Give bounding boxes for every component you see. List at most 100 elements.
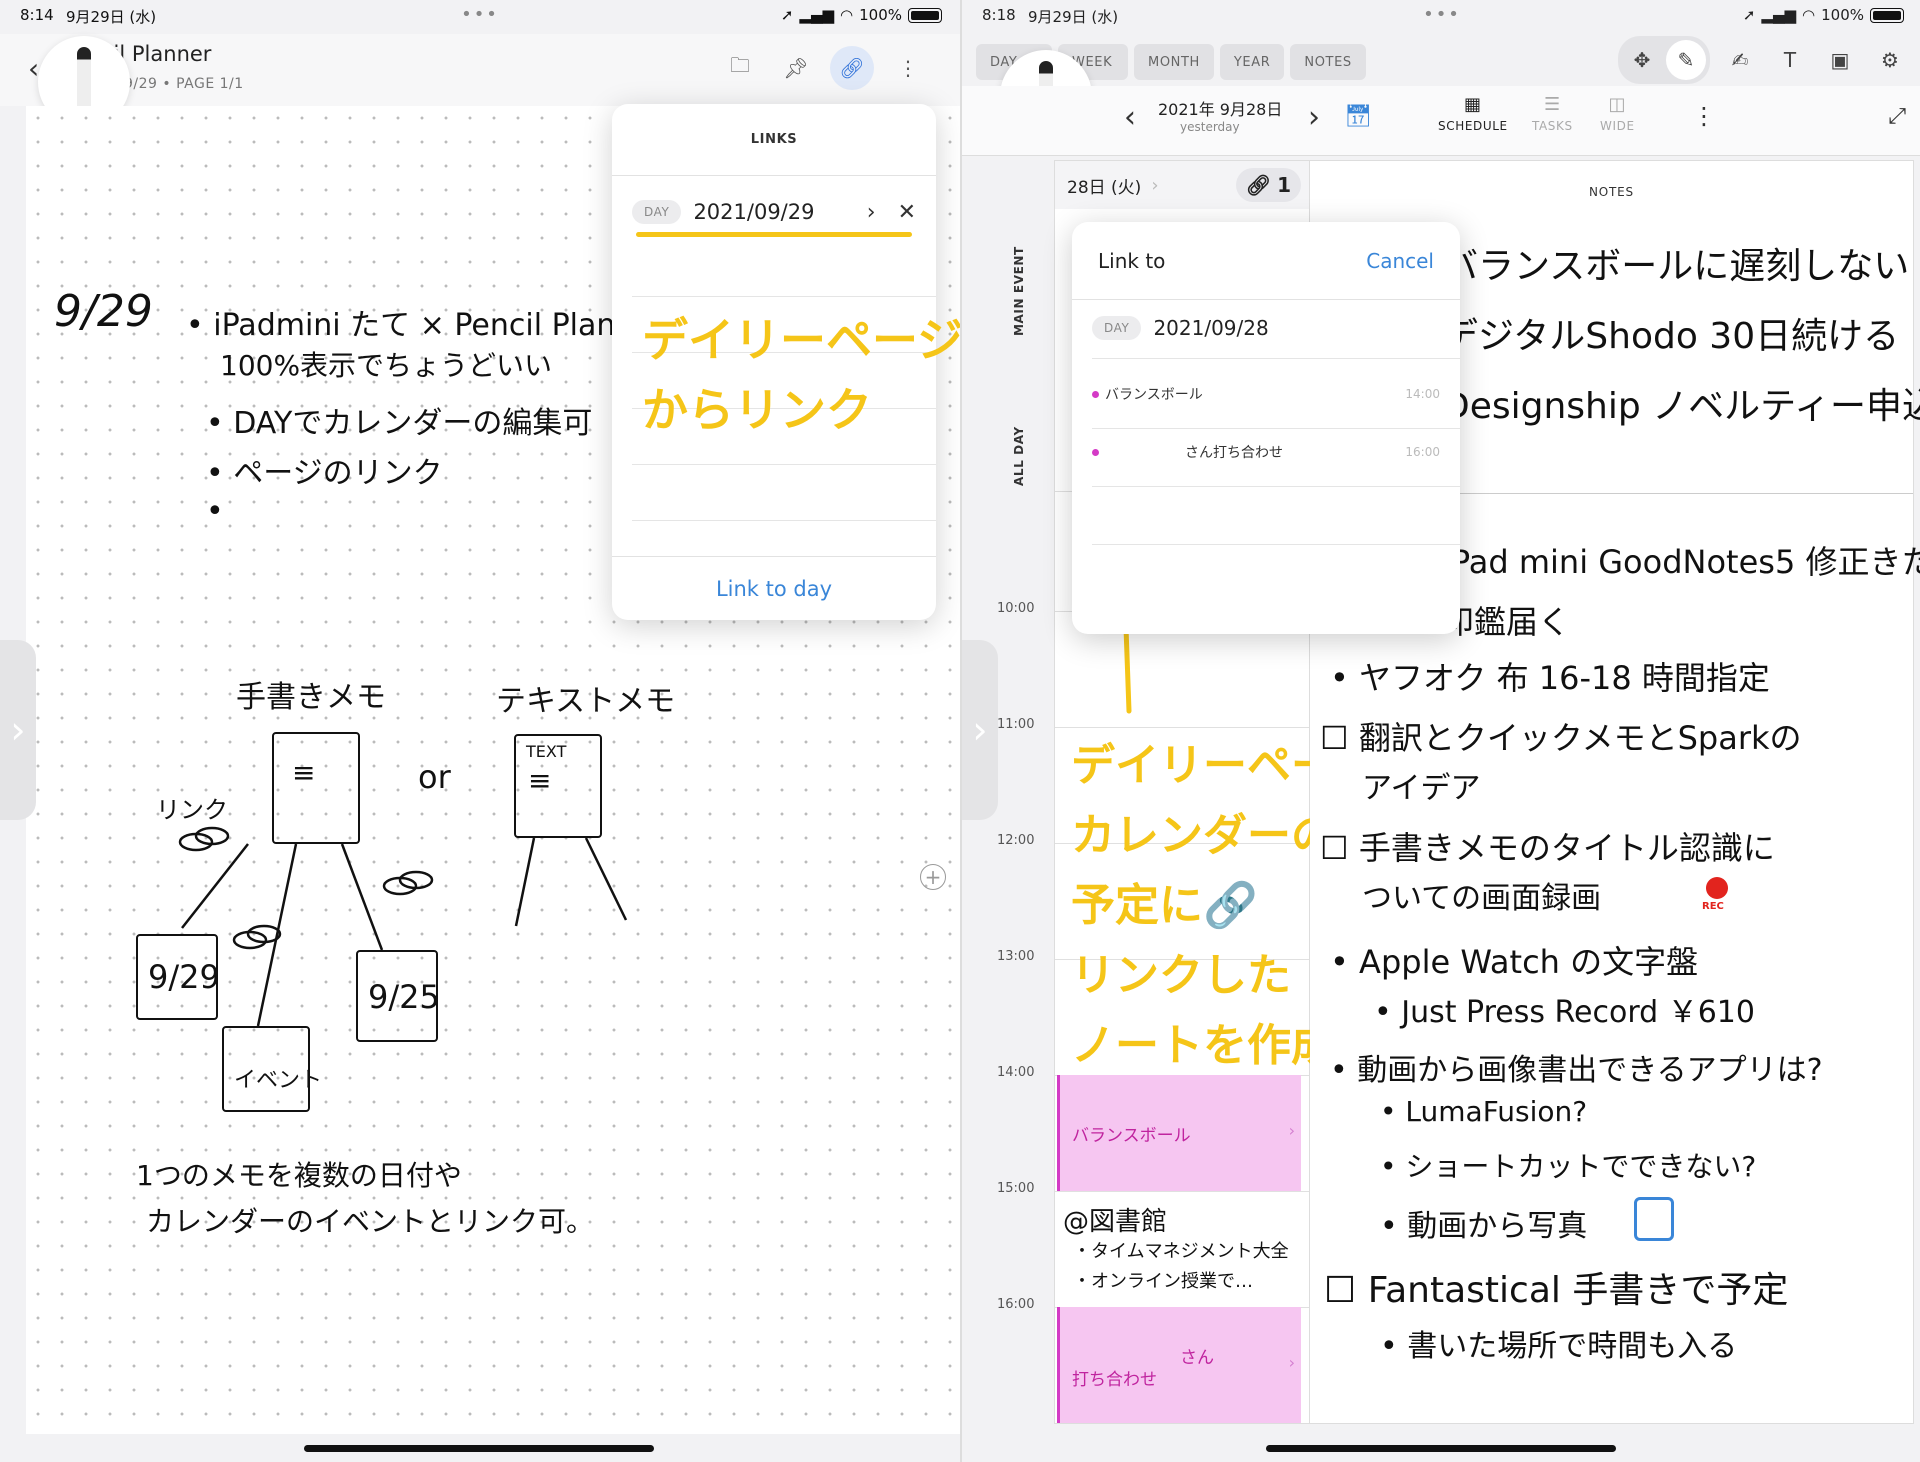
link-to-day-button[interactable]: Link to day — [612, 556, 936, 620]
note-bullet-2: • DAYでカレンダーの編集可 — [206, 406, 593, 441]
chevron-right-icon[interactable]: › — [867, 200, 876, 225]
note-line: • 動画から画像書出できるアプリは? — [1330, 1053, 1823, 1088]
document-toolbar: ‹ cil Planner 9/29 • PAGE 1/1 🗀 📌︎ 🔗︎ ⋮ — [0, 34, 960, 106]
hour-line — [1055, 727, 1309, 728]
location-icon: ➚ — [1742, 6, 1756, 24]
tab-notes[interactable]: NOTES — [1290, 44, 1366, 80]
close-icon[interactable]: ✕ — [898, 200, 916, 225]
day-pill: DAY — [632, 200, 682, 224]
home-indicator[interactable] — [1266, 1445, 1616, 1452]
wide-view-button[interactable]: ◫ WIDE — [1600, 94, 1635, 133]
battery-percent: 100% — [859, 6, 902, 24]
multitask-dots[interactable]: ••• — [1423, 4, 1461, 25]
tasks-view-button[interactable]: ☰ TASKS — [1532, 94, 1573, 133]
side-panel-handle[interactable]: › — [962, 640, 998, 820]
link-row-day[interactable]: DAY 2021/09/29 › ✕ — [632, 190, 916, 234]
hour-label: 10:00 — [997, 601, 1035, 616]
footer-note-1: 1つのメモを複数の日付や — [136, 1159, 462, 1192]
status-time: 8:18 — [982, 6, 1016, 24]
link-icon: 🔗︎ — [1245, 173, 1272, 197]
battery-icon — [908, 7, 942, 23]
event-balance-ball[interactable]: バランスボール › — [1057, 1075, 1301, 1191]
multitask-dots[interactable]: ••• — [461, 4, 499, 25]
schedule-memo-3: ・オンライン授業で… — [1073, 1271, 1253, 1292]
record-dot-icon — [1706, 877, 1728, 899]
text-tool-icon[interactable]: T — [1770, 40, 1810, 80]
edit-note-icon[interactable]: ✍ — [1720, 40, 1760, 80]
chevron-right-icon: › — [1288, 1353, 1295, 1372]
tab-year[interactable]: YEAR — [1219, 44, 1285, 80]
note-line: iPad mini GoodNotes5 修正きた — [1442, 543, 1920, 581]
text-lines-icon: ≡ — [528, 764, 552, 797]
home-indicator[interactable] — [304, 1445, 654, 1452]
relative-date[interactable]: yesterday — [1180, 120, 1240, 134]
links-popover: LINKS DAY 2021/09/29 › ✕ デイリーページ からリンク L… — [612, 104, 960, 620]
note-line: ☐ 手書きメモのタイトル認識に — [1320, 829, 1775, 867]
status-time: 8:14 — [20, 6, 54, 24]
annotation-line-1: デイリーページ — [642, 313, 960, 367]
fullscreen-icon[interactable]: ⤢ — [1888, 104, 1906, 129]
date-navigation-bar: ‹ 2021年 9月28日 yesterday › 📅︎ ▦ SCHEDULE … — [962, 86, 1920, 156]
signal-icon: ▂▄▆ — [799, 6, 835, 24]
status-right: ➚ ▂▄▆ ◠ 100% — [781, 6, 942, 24]
yellow-underline-annotation — [636, 232, 912, 237]
divider — [1092, 544, 1460, 545]
note-line: アイデア — [1362, 771, 1481, 806]
more-vertical-icon[interactable]: ⋮ — [886, 46, 930, 90]
schedule-day[interactable]: 28日 (火) — [1067, 173, 1141, 198]
schedule-view-button[interactable]: ▦ SCHEDULE — [1438, 94, 1508, 133]
note-line: デジタルShodo 30日続ける — [1442, 316, 1900, 357]
chevron-right-icon: › — [1151, 174, 1159, 196]
document-subtitle: 9/29 • PAGE 1/1 — [124, 76, 244, 92]
links-header: LINKS — [612, 104, 936, 176]
event-title: 打ち合わせ — [1072, 1370, 1157, 1390]
side-panel-handle[interactable]: › — [0, 640, 36, 820]
link-to-event-row[interactable]: バランスボール 14:00 — [1092, 366, 1440, 422]
link-to-date: 2021/09/28 — [1153, 316, 1269, 340]
wide-label: WIDE — [1600, 119, 1635, 133]
sketch-handwritten-memo: ≡ — [272, 732, 360, 844]
event-time: 16:00 — [1405, 445, 1440, 459]
link-icon[interactable]: 🔗︎ — [830, 46, 874, 90]
calendar-icon[interactable]: 📅︎ — [1344, 104, 1372, 129]
divider — [632, 464, 936, 465]
battery-percent: 100% — [1821, 6, 1864, 24]
pin-icon[interactable]: 📌︎ — [774, 46, 818, 90]
cancel-button[interactable]: Cancel — [1366, 249, 1434, 273]
link-to-day-row[interactable]: DAY 2021/09/28 — [1092, 316, 1269, 340]
pen-icon[interactable]: ✎ — [1666, 40, 1706, 80]
battery-icon — [1870, 7, 1904, 23]
add-event-icon[interactable]: ▣ — [1820, 40, 1860, 80]
hour-label: 12:00 — [997, 833, 1035, 848]
event-title: バランスボール — [1072, 1126, 1191, 1146]
tool-group: ✥ ✎ — [1618, 36, 1710, 84]
current-date[interactable]: 2021年 9月28日 — [1158, 96, 1282, 120]
chevron-right-icon: › — [1288, 1121, 1295, 1140]
more-vertical-icon[interactable]: ⋮ — [1692, 102, 1716, 130]
add-page-icon[interactable]: + — [920, 864, 946, 890]
move-icon[interactable]: ✥ — [1622, 40, 1662, 80]
link-to-event-row[interactable]: さん打ち合わせ 16:00 — [1092, 424, 1440, 480]
tab-month[interactable]: MONTH — [1134, 44, 1214, 80]
event-name: さん打ち合わせ — [1185, 445, 1283, 461]
gear-icon[interactable]: ⚙ — [1870, 40, 1910, 80]
linked-date: 2021/09/29 — [693, 200, 815, 224]
divider — [632, 520, 936, 521]
schedule-label: SCHEDULE — [1438, 119, 1508, 133]
annotation-line-2: からリンク — [642, 383, 872, 437]
note-line: ついての画面録画 — [1362, 881, 1602, 916]
folder-icon[interactable]: 🗀 — [718, 46, 762, 90]
label-handwritten-memo: 手書きメモ — [236, 680, 386, 715]
note-line: バランスボールに遅刻しない — [1442, 246, 1910, 287]
chevron-right-icon[interactable]: › — [1308, 100, 1320, 135]
note-line: • 書いた場所で時間も入る — [1380, 1329, 1738, 1364]
note-date: 9/29 — [54, 286, 153, 337]
link-count-badge[interactable]: 🔗︎ 1 — [1235, 168, 1301, 202]
sketch-text-memo: TEXT ≡ — [514, 734, 602, 838]
event-meeting[interactable]: さん 打ち合わせ › — [1057, 1307, 1301, 1423]
chevron-left-icon[interactable]: ‹ — [1124, 100, 1136, 135]
status-bar: 8:14 9月29日 (水) ••• ➚ ▂▄▆ ◠ 100% — [0, 0, 960, 34]
schedule-icon: ▦ — [1464, 94, 1482, 115]
all-day-label: ALL DAY — [1012, 426, 1026, 486]
footer-note-2: カレンダーのイベントとリンク可。 — [146, 1205, 595, 1238]
